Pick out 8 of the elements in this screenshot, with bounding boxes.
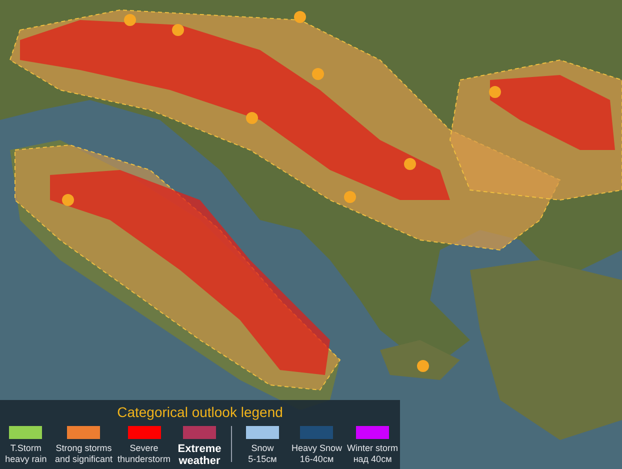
legend-label: Winter storm над 40см <box>347 443 398 465</box>
legend-label: Severe thunderstorm <box>117 443 171 465</box>
legend-label: Snow 5-15см <box>248 443 277 465</box>
legend-label: Strong storms and significant <box>54 443 112 465</box>
legend-label: Extreme weather <box>178 443 222 467</box>
legend-label: Heavy Snow 16-40см <box>292 443 342 465</box>
legend-title: Categorical outlook legend <box>117 404 283 421</box>
legend-label: T.Storm heavy rain <box>5 443 47 465</box>
